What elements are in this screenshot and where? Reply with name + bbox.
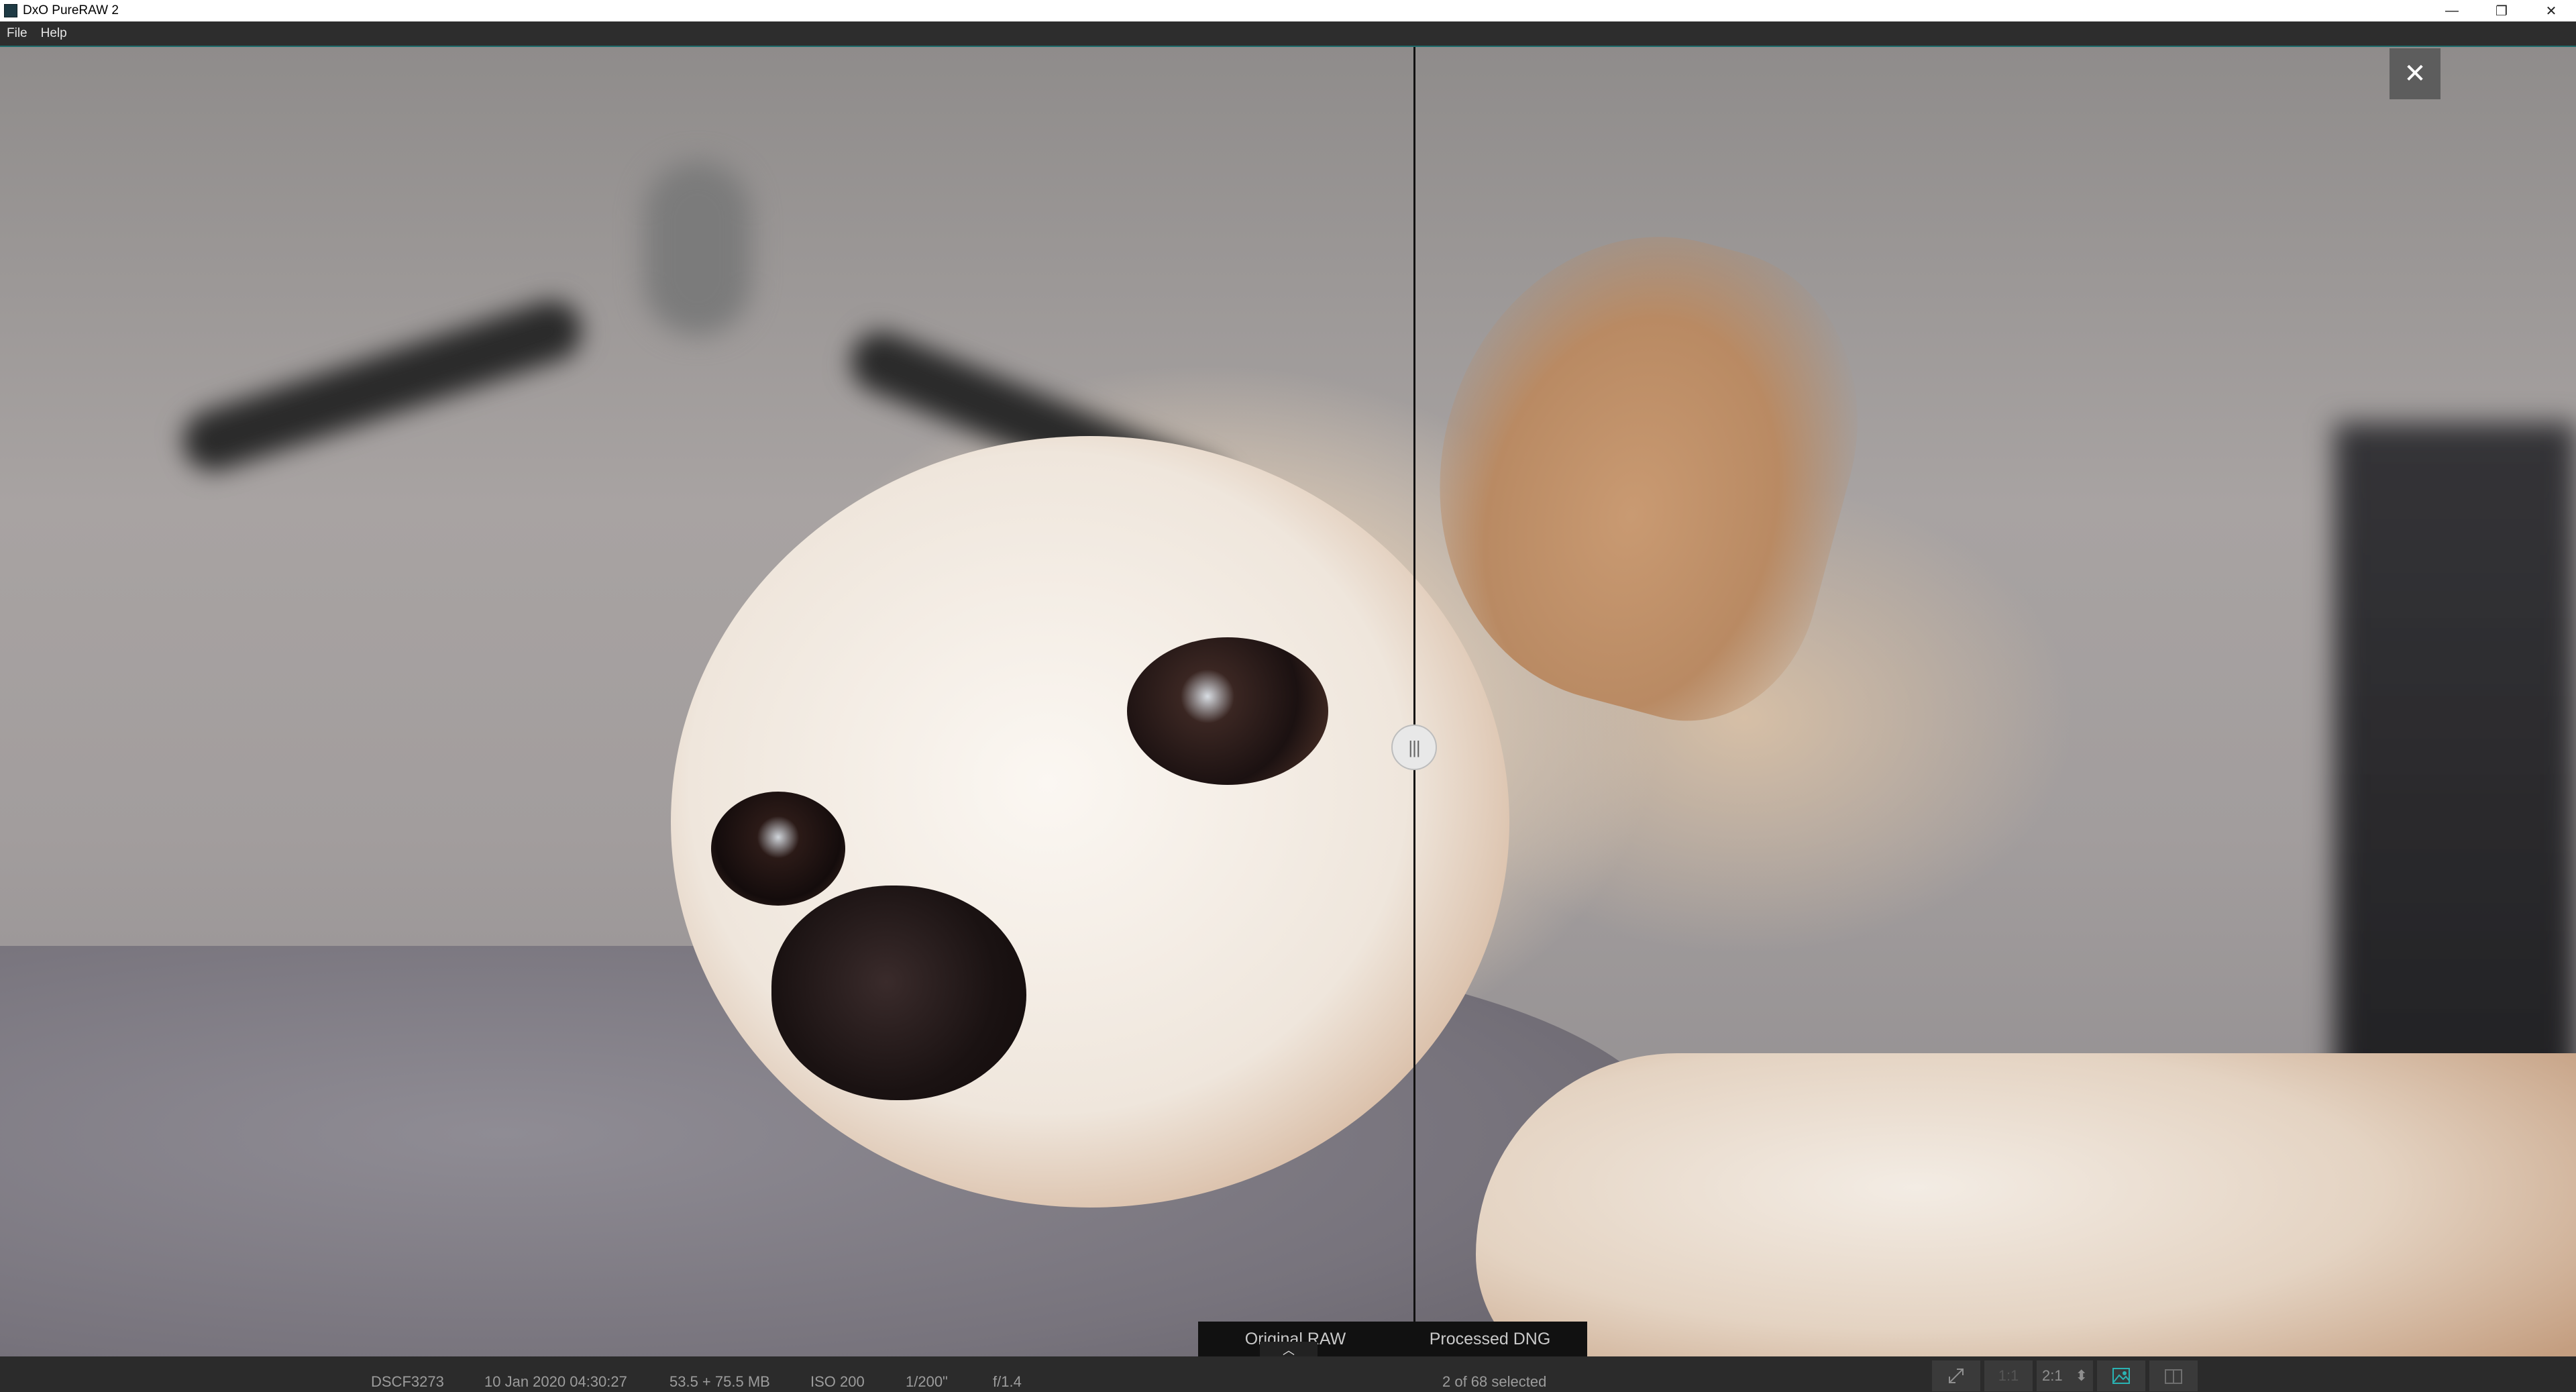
title-bar: DxO PureRAW 2 — ❐ ✕ [0,0,2576,21]
restore-button[interactable]: ❐ [2477,0,2526,21]
app-logo-icon [4,4,17,17]
capture-datetime: 10 Jan 2020 04:30:27 [484,1373,627,1390]
file-size: 53.5 + 75.5 MB [669,1373,770,1390]
photo-background [644,161,751,335]
photo-dog-nose [771,886,1026,1100]
file-name: DSCF3273 [371,1373,444,1390]
side-by-side-view-icon[interactable] [2149,1360,2198,1391]
minimize-button[interactable]: — [2427,0,2477,21]
close-window-button[interactable]: ✕ [2526,0,2576,21]
zoom-level-value: 2:1 [2042,1367,2063,1384]
fit-to-screen-icon[interactable] [1932,1360,1980,1391]
chevron-up-icon[interactable]: ︿ [1260,1342,1318,1358]
photo-dog-eye [1127,637,1328,785]
window-controls: — ❐ ✕ [2427,0,2576,21]
photo-dog-paw [1476,1053,2576,1356]
view-toolbar: 1:1 2:1 ⬍ [1932,1359,2202,1392]
zoom-1-1-button[interactable]: 1:1 [1984,1360,2033,1391]
zoom-level-selector[interactable]: 2:1 ⬍ [2037,1360,2093,1391]
close-viewer-button[interactable]: ✕ [2390,48,2440,99]
iso-value: ISO 200 [810,1373,865,1390]
comparison-split-line[interactable] [1413,47,1415,1356]
selection-count: 2 of 68 selected [1442,1373,1547,1390]
menu-help[interactable]: Help [34,26,74,41]
zoom-stepper-icon[interactable]: ⬍ [2076,1367,2088,1385]
window-title: DxO PureRAW 2 [23,3,119,17]
split-drag-handle[interactable]: ||| [1391,725,1437,770]
menu-file[interactable]: File [0,26,34,41]
aperture-value: f/1.4 [993,1373,1022,1390]
processed-dng-label: Processed DNG [1429,1329,1551,1348]
image-comparison-viewer[interactable]: ||| ✕ [0,46,2576,1356]
shutter-speed: 1/200" [906,1373,948,1390]
photo-dog-eye [711,792,845,906]
photo-background [175,292,590,479]
comparison-labels: Original RAW Processed DNG [1198,1322,1587,1356]
menu-bar: File Help [0,21,2576,46]
single-image-view-icon[interactable] [2097,1360,2145,1391]
